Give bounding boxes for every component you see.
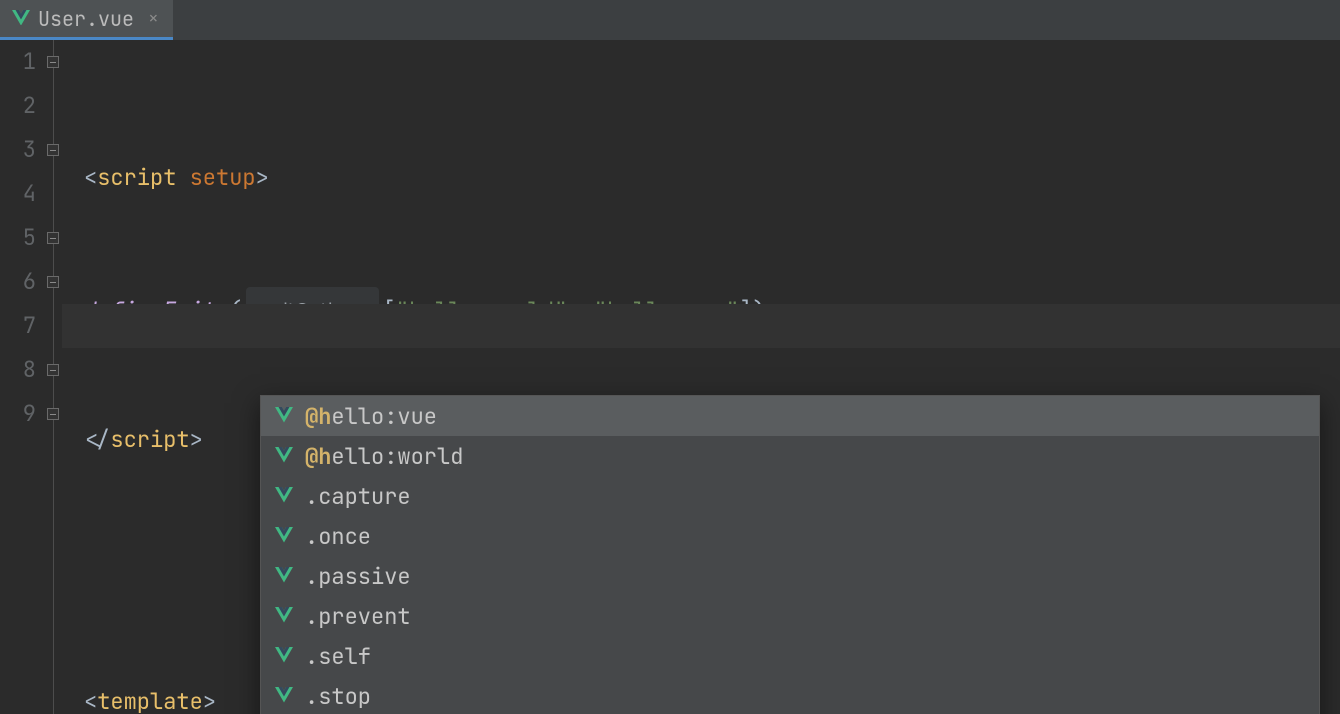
fold-toggle-icon[interactable]: [47, 408, 59, 420]
completion-item[interactable]: @hello:world: [261, 436, 1319, 476]
completion-item[interactable]: .self: [261, 636, 1319, 676]
line-number: 3: [0, 128, 36, 172]
line-number: 7: [0, 304, 36, 348]
vue-icon: [275, 607, 293, 625]
line-number: 5: [0, 216, 36, 260]
fold-gutter: [46, 40, 62, 714]
completion-item[interactable]: @hello:vue: [261, 396, 1319, 436]
completion-item[interactable]: .prevent: [261, 596, 1319, 636]
fold-toggle-icon[interactable]: [47, 276, 59, 288]
vue-icon: [275, 647, 293, 665]
line-number: 6: [0, 260, 36, 304]
active-line-highlight: [62, 304, 1340, 348]
code-line: <script setup>: [84, 156, 1340, 200]
vue-icon: [275, 487, 293, 505]
vue-icon: [275, 447, 293, 465]
vue-icon: [12, 10, 30, 28]
tab-bar: User.vue ×: [0, 0, 1340, 40]
completion-item[interactable]: .passive: [261, 556, 1319, 596]
line-number: 9: [0, 392, 36, 436]
line-number-gutter: 1 2 3 4 5 6 7 8 9: [0, 40, 46, 714]
vue-icon: [275, 527, 293, 545]
close-icon[interactable]: ×: [148, 7, 159, 30]
vue-icon: [275, 567, 293, 585]
line-number: 4: [0, 172, 36, 216]
fold-toggle-icon[interactable]: [47, 144, 59, 156]
line-number: 1: [0, 40, 36, 84]
tab-label: User.vue: [38, 6, 134, 32]
vue-icon: [275, 687, 293, 705]
fold-toggle-icon[interactable]: [47, 232, 59, 244]
file-tab[interactable]: User.vue ×: [0, 0, 173, 40]
vue-icon: [275, 407, 293, 425]
completion-item[interactable]: .stop: [261, 676, 1319, 714]
completion-popup: @hello:vue@hello:world.capture.once.pass…: [260, 395, 1320, 714]
fold-toggle-icon[interactable]: [47, 364, 59, 376]
line-number: 2: [0, 84, 36, 128]
line-number: 8: [0, 348, 36, 392]
completion-item[interactable]: .once: [261, 516, 1319, 556]
completion-item[interactable]: .capture: [261, 476, 1319, 516]
code-editor[interactable]: 1 2 3 4 5 6 7 8 9 <script setup> defineE…: [0, 40, 1340, 714]
fold-toggle-icon[interactable]: [47, 56, 59, 68]
